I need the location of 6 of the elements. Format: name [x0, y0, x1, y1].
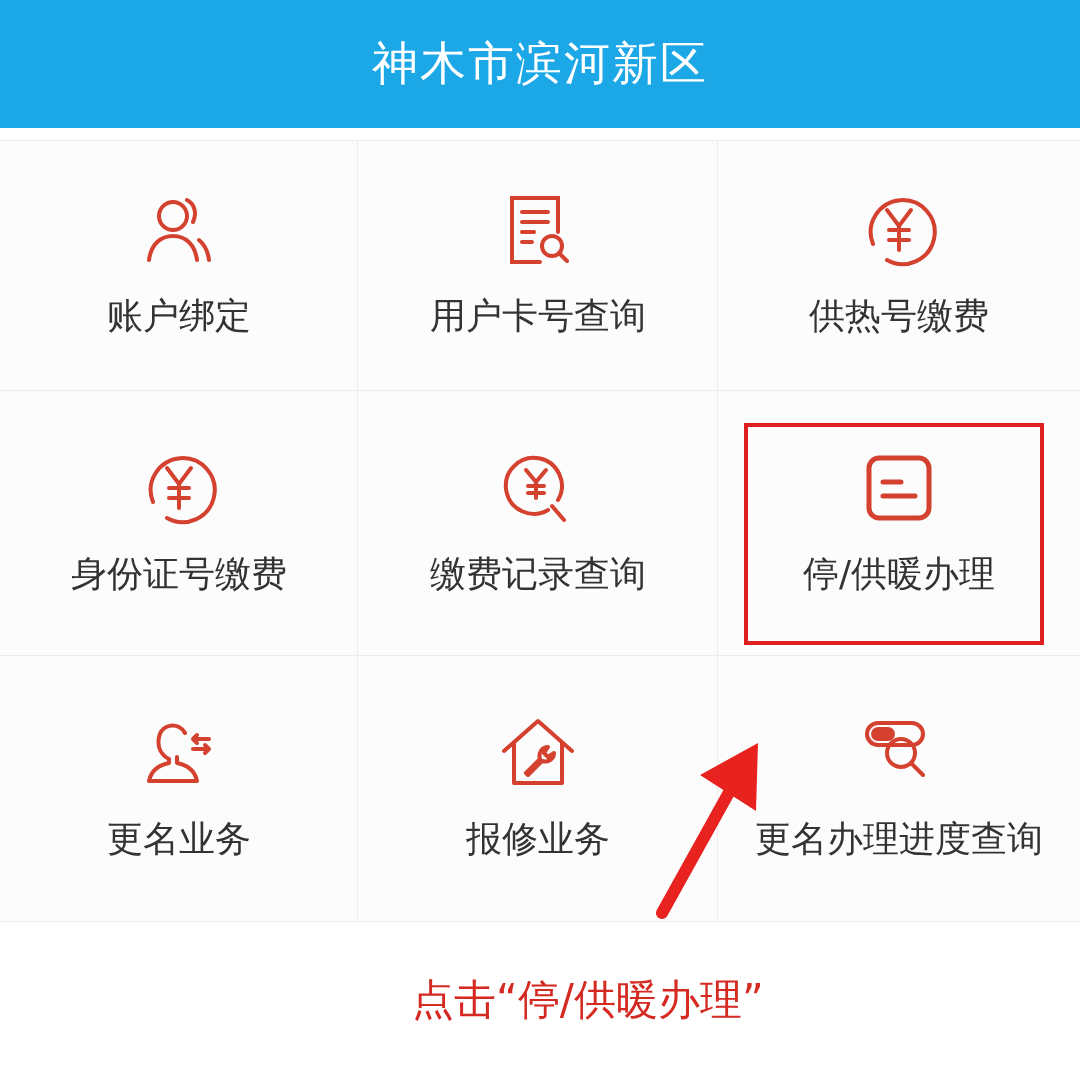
menu-tile[interactable]: 账户绑定: [0, 141, 358, 391]
menu-tile[interactable]: 身份证号缴费: [0, 391, 358, 656]
menu-tile[interactable]: 缴费记录查询: [358, 391, 718, 656]
caption: 点击“停/供暖办理”: [412, 975, 764, 1024]
header-title: 神木市滨河新区: [372, 35, 708, 92]
menu-tile[interactable]: 用户卡号查询: [358, 141, 718, 391]
